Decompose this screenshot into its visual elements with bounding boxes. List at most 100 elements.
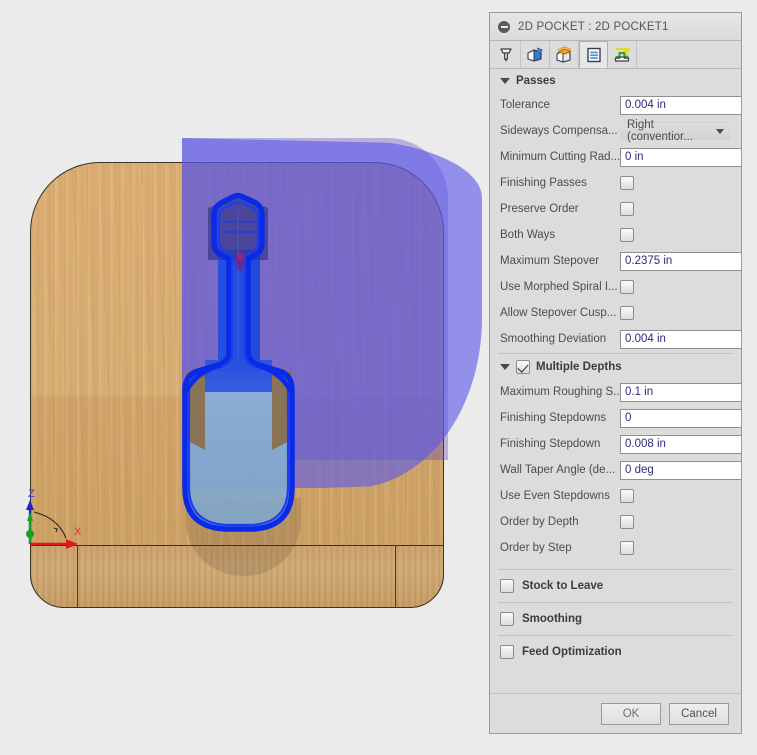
- origin-point-marker: [236, 252, 244, 260]
- app-root: Z X 2D POCKET : 2D POCKET1 Passes Tolera…: [0, 0, 757, 755]
- origin-axis-triad: [26, 500, 78, 549]
- label-use-morphed-spiral: Use Morphed Spiral I...: [500, 281, 618, 293]
- operation-dialog-panel: 2D POCKET : 2D POCKET1 Passes Tolerance …: [489, 12, 742, 734]
- row-use-morphed-spiral: Use Morphed Spiral I...: [490, 274, 741, 300]
- orange-cube-icon: [556, 45, 572, 63]
- maximum-roughing-stepdown-input[interactable]: [620, 382, 741, 402]
- chevron-down-icon: [716, 128, 724, 134]
- caret-down-icon: [500, 364, 510, 370]
- label-tolerance: Tolerance: [500, 99, 550, 111]
- stock-to-leave-checkbox[interactable]: [500, 579, 514, 593]
- dialog-footer: OK Cancel: [490, 693, 741, 733]
- label-finishing-passes: Finishing Passes: [500, 177, 587, 189]
- label-sideways-compensation: Sideways Compensa...: [500, 125, 618, 137]
- row-wall-taper-angle: Wall Taper Angle (de...: [490, 457, 741, 483]
- label-maximum-roughing-stepdown: Maximum Roughing S...: [500, 386, 620, 398]
- smoothing-group[interactable]: Smoothing: [490, 603, 741, 634]
- row-maximum-stepover: Maximum Stepover: [490, 248, 741, 274]
- passes-section-label: Passes: [516, 75, 556, 87]
- label-smoothing-deviation: Smoothing Deviation: [500, 333, 607, 345]
- row-use-even-stepdowns: Use Even Stepdowns: [490, 483, 741, 509]
- tool-tab[interactable]: [492, 41, 521, 68]
- field-finishing-stepdown[interactable]: [620, 434, 741, 454]
- label-minimum-cutting-radius: Minimum Cutting Rad...: [500, 151, 620, 163]
- use-morphed-spiral-checkbox[interactable]: [620, 280, 634, 294]
- linking-tab[interactable]: [608, 41, 637, 68]
- blue-cube-icon: [527, 47, 543, 62]
- both-ways-checkbox[interactable]: [620, 228, 634, 242]
- pocket-toolpath-geometry: [182, 192, 295, 532]
- label-finishing-stepdown: Finishing Stepdown: [500, 438, 601, 450]
- field-wall-taper-angle[interactable]: [620, 460, 741, 480]
- finishing-stepdown-input[interactable]: [620, 434, 741, 454]
- row-minimum-cutting-radius: Minimum Cutting Rad...: [490, 144, 741, 170]
- heights-tab[interactable]: [550, 41, 579, 68]
- feed-optimization-group[interactable]: Feed Optimization: [490, 636, 741, 667]
- multiple-depths-section-label: Multiple Depths: [536, 361, 622, 373]
- dialog-titlebar[interactable]: 2D POCKET : 2D POCKET1: [490, 13, 741, 41]
- caret-down-icon: [500, 78, 510, 84]
- row-finishing-passes: Finishing Passes: [490, 170, 741, 196]
- feed-optimization-label: Feed Optimization: [522, 646, 622, 658]
- label-maximum-stepover: Maximum Stepover: [500, 255, 600, 267]
- sideways-compensation-dropdown[interactable]: Right (conventior...: [620, 119, 730, 143]
- sideways-compensation-value: Right (conventior...: [627, 119, 693, 143]
- multiple-depths-section-header[interactable]: Multiple Depths: [490, 354, 741, 379]
- dialog-title: 2D POCKET : 2D POCKET1: [518, 20, 669, 33]
- passes-layers-icon: [586, 47, 601, 62]
- stock-to-leave-group[interactable]: Stock to Leave: [490, 570, 741, 601]
- smoothing-checkbox[interactable]: [500, 612, 514, 626]
- row-finishing-stepdown: Finishing Stepdown: [490, 431, 741, 457]
- minimum-cutting-radius-input[interactable]: [620, 147, 741, 167]
- cad-3d-viewport[interactable]: Z X: [0, 0, 489, 755]
- row-tolerance: Tolerance: [490, 92, 741, 118]
- end-mill-tool-icon: [500, 47, 512, 62]
- passes-tab[interactable]: [579, 41, 608, 68]
- smoothing-deviation-input[interactable]: [620, 329, 741, 349]
- label-order-by-depth: Order by Depth: [500, 516, 579, 528]
- ok-button[interactable]: OK: [601, 702, 661, 725]
- row-order-by-step: Order by Step: [490, 535, 741, 561]
- order-by-step-checkbox[interactable]: [620, 541, 634, 555]
- label-allow-stepover-cusps: Allow Stepover Cusр...: [500, 307, 617, 319]
- linking-green-icon: [614, 47, 630, 62]
- label-finishing-stepdowns: Finishing Stepdowns: [500, 412, 607, 424]
- field-tolerance[interactable]: [620, 95, 741, 115]
- label-both-ways: Both Ways: [500, 229, 556, 241]
- maximum-stepover-input[interactable]: [620, 251, 741, 271]
- row-preserve-order: Preserve Order: [490, 196, 741, 222]
- row-maximum-roughing-stepdown: Maximum Roughing S...: [490, 379, 741, 405]
- stock-to-leave-label: Stock to Leave: [522, 580, 604, 592]
- row-order-by-depth: Order by Depth: [490, 509, 741, 535]
- dialog-tabbar: [490, 41, 741, 69]
- label-use-even-stepdowns: Use Even Stepdowns: [500, 490, 610, 502]
- smoothing-label: Smoothing: [522, 613, 583, 625]
- label-preserve-order: Preserve Order: [500, 203, 579, 215]
- row-finishing-stepdowns: Finishing Stepdowns: [490, 405, 741, 431]
- passes-section-header[interactable]: Passes: [490, 69, 741, 92]
- geometry-tab[interactable]: [521, 41, 550, 68]
- field-maximum-stepover[interactable]: [620, 251, 741, 271]
- row-both-ways: Both Ways: [490, 222, 741, 248]
- field-finishing-stepdowns[interactable]: [620, 408, 741, 428]
- preserve-order-checkbox[interactable]: [620, 202, 634, 216]
- allow-stepover-cusps-checkbox[interactable]: [620, 306, 634, 320]
- label-wall-taper-angle: Wall Taper Angle (de...: [500, 464, 616, 476]
- multiple-depths-checkbox[interactable]: [516, 360, 530, 374]
- row-sideways-compensation: Sideways Compensa... Right (conventior..…: [490, 118, 741, 144]
- feed-optimization-checkbox[interactable]: [500, 645, 514, 659]
- dialog-scroll-area[interactable]: Passes Tolerance Sideways Compensa... Ri…: [490, 69, 741, 693]
- tolerance-input[interactable]: [620, 95, 741, 115]
- finishing-stepdowns-input[interactable]: [620, 408, 741, 428]
- use-even-stepdowns-checkbox[interactable]: [620, 489, 634, 503]
- finishing-passes-checkbox[interactable]: [620, 176, 634, 190]
- row-smoothing-deviation: Smoothing Deviation: [490, 326, 741, 352]
- cancel-button[interactable]: Cancel: [669, 702, 729, 725]
- wall-taper-angle-input[interactable]: [620, 460, 741, 480]
- field-minimum-cutting-radius[interactable]: [620, 147, 741, 167]
- field-smoothing-deviation[interactable]: [620, 329, 741, 349]
- label-order-by-step: Order by Step: [500, 542, 572, 554]
- field-maximum-roughing-stepdown[interactable]: [620, 382, 741, 402]
- collapse-minus-icon[interactable]: [498, 20, 510, 33]
- order-by-depth-checkbox[interactable]: [620, 515, 634, 529]
